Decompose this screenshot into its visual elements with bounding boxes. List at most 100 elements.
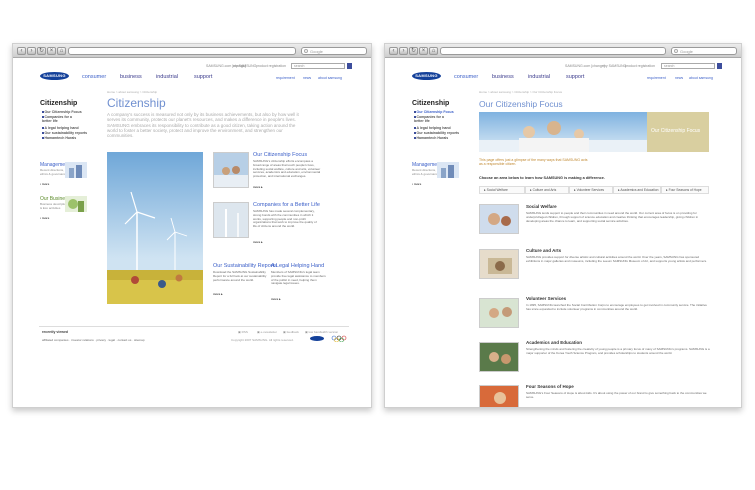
browser-toolbar: ‹ › ↻ × ⌂ Google bbox=[13, 44, 371, 58]
copyright: Copyright 2007 SAMSUNG. All rights reser… bbox=[231, 338, 294, 342]
four-seasons-photo bbox=[479, 385, 519, 407]
sidebar-item-companies[interactable]: Companies for a better life bbox=[414, 115, 454, 123]
nav-support[interactable]: support bbox=[194, 74, 212, 80]
tab-four-seasons[interactable]: ▸ Four Seasons of Hope bbox=[661, 186, 709, 194]
samsung-logo[interactable]: SAMSUNG bbox=[412, 72, 441, 80]
section-title-volunteer: Volunteer Services bbox=[526, 296, 567, 301]
footer-low-bandwidth[interactable]: ▣ low bandwidth version bbox=[305, 330, 338, 334]
news-link[interactable]: news bbox=[303, 76, 311, 80]
sidebar-item-companies[interactable]: Companies for a better life bbox=[42, 115, 82, 123]
promo-businesses-image bbox=[65, 196, 87, 212]
more-link-companies[interactable]: more ▸ bbox=[253, 240, 263, 244]
sidebar-item-hurais[interactable]: Hamamtech Hurais bbox=[414, 136, 448, 140]
more-link-management[interactable]: ▪ more bbox=[40, 182, 49, 186]
sidebar-item-focus[interactable]: Our Citizenship Focus bbox=[414, 110, 454, 114]
page-title: Our Citizenship Focus bbox=[479, 99, 563, 109]
site-search-input[interactable]: search bbox=[291, 63, 345, 69]
section-title-legal[interactable]: A Legal Helping Hand bbox=[271, 263, 324, 269]
nav-industrial[interactable]: industrial bbox=[156, 74, 178, 80]
section-title-focus[interactable]: Our Citizenship Focus bbox=[253, 152, 307, 158]
about-samsung-link[interactable]: about samsung bbox=[689, 76, 713, 80]
sidebar-item-hurais[interactable]: Hamamtech Hurais bbox=[42, 136, 76, 140]
address-bar[interactable] bbox=[440, 47, 666, 55]
section-title-academics: Academics and Education bbox=[526, 340, 583, 345]
browser-toolbar-2: ‹ › ↻ × ⌂ Google bbox=[385, 44, 741, 58]
stop-icon[interactable]: × bbox=[47, 47, 56, 55]
search-go-button[interactable] bbox=[717, 63, 722, 69]
browser-search-input[interactable]: Google bbox=[301, 47, 367, 55]
breadcrumb: Home > about samsung > Citizenship bbox=[107, 90, 158, 94]
nav-consumer[interactable]: consumer bbox=[454, 74, 478, 80]
samsung-logo[interactable]: SAMSUNG bbox=[40, 72, 69, 80]
footer-samsung-logo bbox=[310, 336, 324, 341]
section-title-reports[interactable]: Our Sustainability Reports bbox=[213, 263, 277, 269]
country-link[interactable]: SAMSUNG.com [change] bbox=[565, 64, 605, 68]
choose-heading: Choose an area below to learn how SAMSUN… bbox=[479, 176, 605, 180]
intro-text: This page offers just a glimpse of the m… bbox=[479, 158, 588, 167]
search-go-button[interactable] bbox=[347, 63, 352, 69]
my-samsung-link[interactable]: my SAMSUNG bbox=[233, 64, 256, 68]
requirement-link[interactable]: requirement bbox=[276, 76, 295, 80]
forward-icon[interactable]: › bbox=[27, 47, 36, 55]
home-icon[interactable]: ⌂ bbox=[57, 47, 66, 55]
citizenship-focus-photo bbox=[213, 152, 249, 188]
affiliated-links[interactable]: affiliated companies · investor relation… bbox=[42, 338, 145, 342]
recently-viewed[interactable]: recently viewed bbox=[42, 330, 68, 334]
nav-industrial[interactable]: industrial bbox=[528, 74, 550, 80]
section-text-legal: Members of SAMSUNG's legal team provide … bbox=[271, 270, 326, 286]
nav-business[interactable]: business bbox=[120, 74, 142, 80]
section-text-focus: SAMSUNG's citizenship efforts encompass … bbox=[253, 159, 321, 179]
site-search-input[interactable]: search bbox=[661, 63, 715, 69]
academics-photo bbox=[479, 342, 519, 372]
nav-business[interactable]: business bbox=[492, 74, 514, 80]
sidebar-item-reports[interactable]: Our sustainability reports bbox=[42, 131, 87, 135]
tab-social-welfare[interactable]: ▸ Social Welfare bbox=[479, 186, 525, 194]
browser-search-input[interactable]: Google bbox=[671, 47, 737, 55]
section-title-culture-arts: Culture and Arts bbox=[526, 248, 562, 253]
sidebar-item-focus[interactable]: Our Citizenship Focus bbox=[42, 110, 82, 114]
sidebar-item-legal[interactable]: A legal helping hand bbox=[414, 126, 451, 130]
my-samsung-link[interactable]: my SAMSUNG bbox=[603, 64, 626, 68]
search-icon bbox=[674, 49, 678, 53]
tab-volunteer[interactable]: ▸ Volunteer Services bbox=[569, 186, 613, 194]
reload-icon[interactable]: ↻ bbox=[409, 47, 418, 55]
stop-icon[interactable]: × bbox=[419, 47, 428, 55]
companies-photo bbox=[213, 202, 249, 238]
tab-culture-arts[interactable]: ▸ Culture and Arts bbox=[525, 186, 569, 194]
back-icon[interactable]: ‹ bbox=[17, 47, 26, 55]
product-registration-link[interactable]: product registration bbox=[625, 64, 655, 68]
more-link-reports[interactable]: more ▸ bbox=[213, 292, 223, 296]
home-icon[interactable]: ⌂ bbox=[429, 47, 438, 55]
section-text-four-seasons: SAMSUNG's Four Seasons of Hope is about … bbox=[526, 391, 707, 399]
footer-divider bbox=[39, 326, 349, 327]
nav-consumer[interactable]: consumer bbox=[82, 74, 106, 80]
tab-academics[interactable]: ▸ Academics and Education bbox=[613, 186, 661, 194]
sidebar-item-reports[interactable]: Our sustainability reports bbox=[414, 131, 459, 135]
forward-icon[interactable]: › bbox=[399, 47, 408, 55]
section-title-social-welfare: Social Welfare bbox=[526, 204, 557, 209]
nav-support[interactable]: support bbox=[566, 74, 584, 80]
olympic-rings-icon bbox=[331, 335, 347, 342]
product-registration-link[interactable]: product registration bbox=[256, 64, 286, 68]
more-link-management[interactable]: ▪ more bbox=[412, 182, 421, 186]
requirement-link[interactable]: requirement bbox=[647, 76, 666, 80]
section-title-companies[interactable]: Companies for a Better Life bbox=[253, 202, 320, 208]
culture-arts-photo bbox=[479, 249, 519, 279]
section-text-volunteer: In 1995, SAMSUNG launched the Social Con… bbox=[526, 303, 707, 311]
section-text-reports: Download the SAMSUNG Sustainability Repo… bbox=[213, 270, 267, 282]
footer-rss[interactable]: ▣ RSS bbox=[238, 330, 248, 334]
footer-newsletter[interactable]: ▣ e-newsletter bbox=[257, 330, 277, 334]
address-bar[interactable] bbox=[68, 47, 296, 55]
section-text-social-welfare: SAMSUNG lends support to people and thei… bbox=[526, 211, 699, 223]
more-link-focus[interactable]: more ▸ bbox=[253, 185, 263, 189]
footer-feedback[interactable]: ▣ feedback bbox=[283, 330, 299, 334]
back-icon[interactable]: ‹ bbox=[389, 47, 398, 55]
sidebar-title: Citizenship bbox=[412, 100, 450, 107]
hero-windmill-photo bbox=[107, 152, 203, 304]
sidebar-item-legal[interactable]: A legal helping hand bbox=[42, 126, 79, 130]
news-link[interactable]: news bbox=[675, 76, 683, 80]
more-link-legal[interactable]: more ▸ bbox=[271, 297, 281, 301]
about-samsung-link[interactable]: about samsung bbox=[318, 76, 342, 80]
more-link-businesses[interactable]: ▪ more bbox=[40, 216, 49, 220]
reload-icon[interactable]: ↻ bbox=[37, 47, 46, 55]
